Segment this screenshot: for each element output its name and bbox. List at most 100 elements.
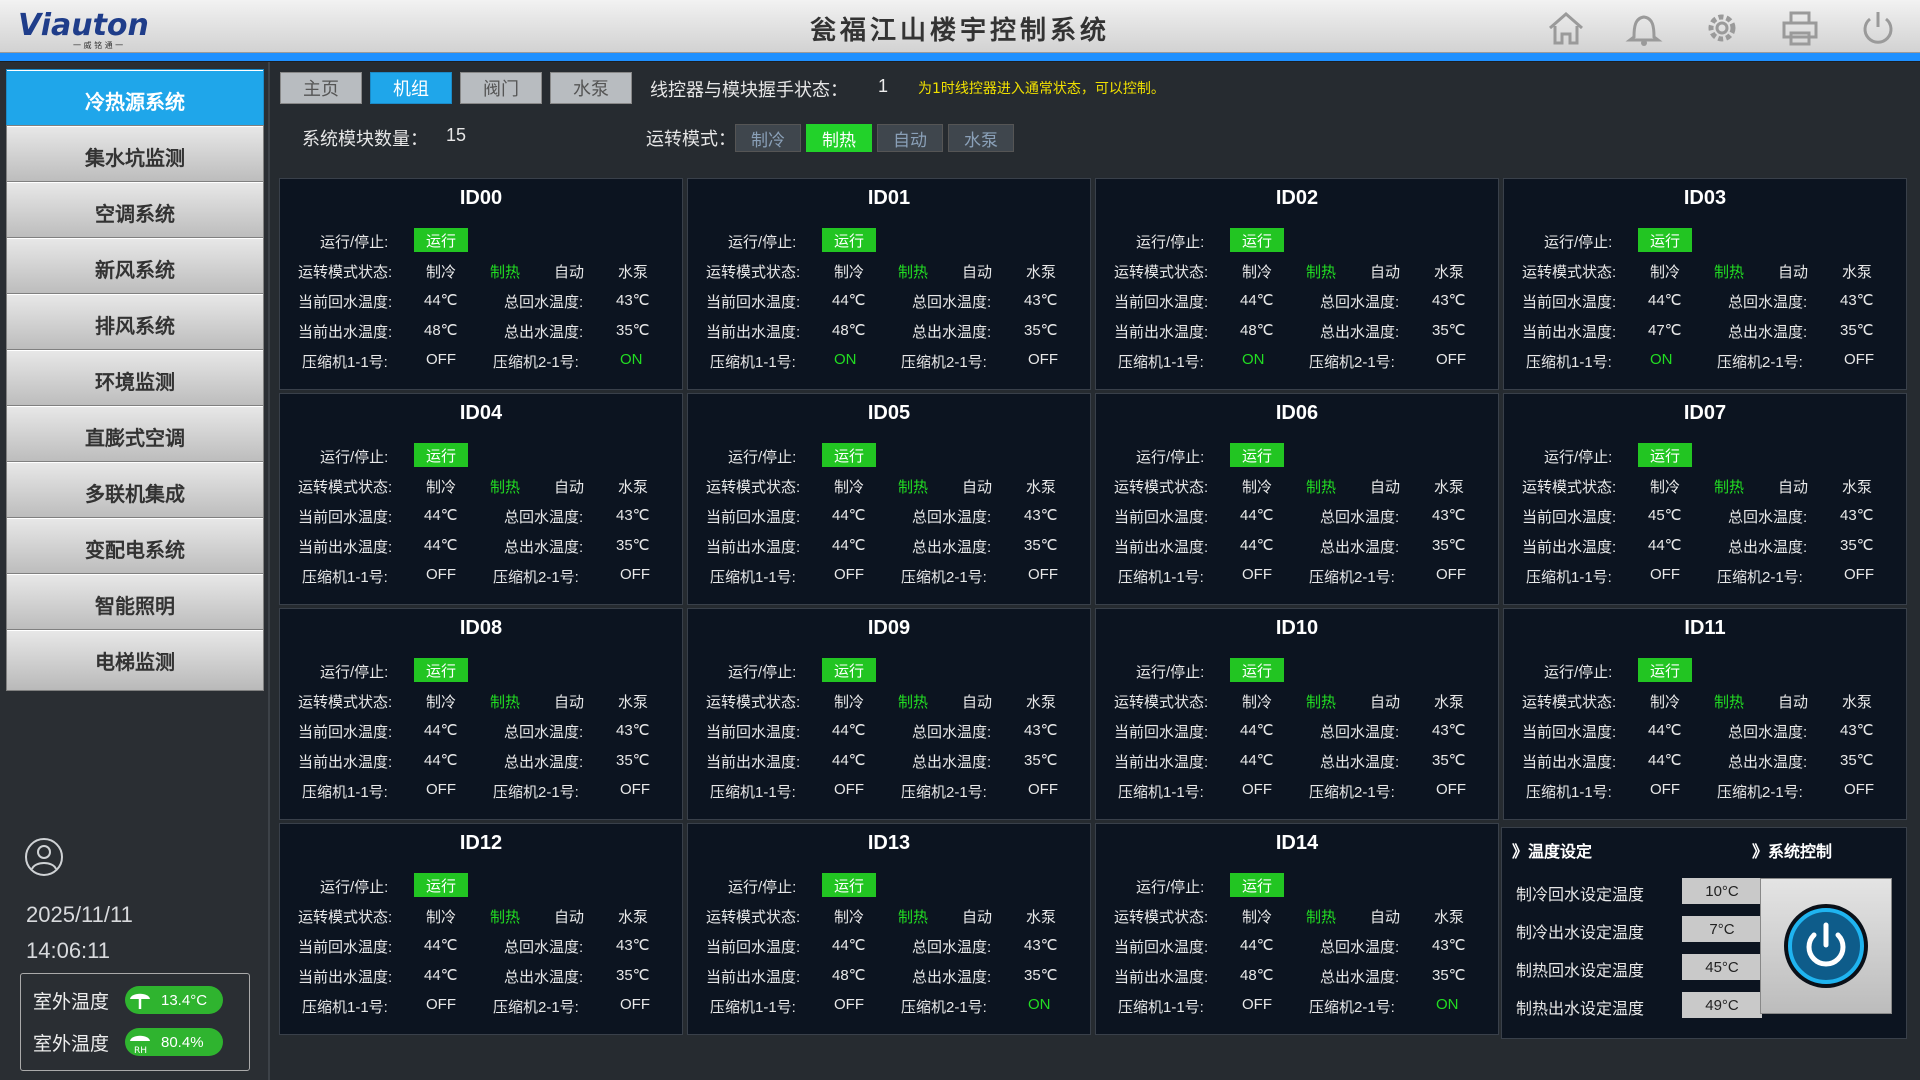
mode-pump: 水泵 (1842, 479, 1873, 496)
mode-cool: 制冷 (1242, 909, 1273, 926)
sidebar-item-sump-monitor[interactable]: 集水坑监测 (6, 125, 264, 187)
run-status-badge[interactable]: 运行 (1230, 873, 1284, 897)
run-stop-label: 运行/停止: (320, 664, 389, 681)
total-return-temp-label: 总回水温度: (1320, 509, 1400, 526)
run-status-badge[interactable]: 运行 (822, 873, 876, 897)
unit-card: ID14 运行/停止: 运行 运转模式状态: 制冷 制热 自动 水泵 当前回水温… (1095, 823, 1499, 1035)
return-temp-value: 44℃ (1240, 507, 1274, 524)
mode-cool-button[interactable]: 制冷 (735, 124, 801, 152)
module-count-value: 15 (446, 125, 467, 145)
unit-card: ID12 运行/停止: 运行 运转模式状态: 制冷 制热 自动 水泵 当前回水温… (279, 823, 683, 1035)
compressor2-status: OFF (1436, 781, 1466, 798)
user-icon[interactable] (24, 837, 64, 877)
run-status-badge[interactable]: 运行 (414, 228, 468, 252)
unit-id: ID09 (867, 617, 911, 639)
compressor1-label: 压缩机1-1号: (302, 569, 388, 586)
total-return-temp-value: 43℃ (1840, 507, 1874, 524)
supply-temp-label: 当前出水温度: (298, 969, 393, 986)
unit-id: ID10 (1275, 617, 1319, 639)
compressor2-label: 压缩机2-1号: (493, 354, 579, 371)
unit-card: ID05 运行/停止: 运行 运转模式状态: 制冷 制热 自动 水泵 当前回水温… (687, 393, 1091, 605)
heat-supply-setpoint-input[interactable]: 49°C (1682, 992, 1762, 1018)
unit-id: ID06 (1275, 402, 1319, 424)
run-status-badge[interactable]: 运行 (822, 228, 876, 252)
compressor1-status: ON (1650, 351, 1673, 368)
supply-temp-label: 当前出水温度: (298, 324, 393, 341)
unit-id: ID14 (1275, 832, 1319, 854)
run-status-badge[interactable]: 运行 (822, 658, 876, 682)
home-icon[interactable] (1544, 8, 1588, 48)
compressor1-status: OFF (426, 351, 456, 368)
unit-card: ID08 运行/停止: 运行 运转模式状态: 制冷 制热 自动 水泵 当前回水温… (279, 608, 683, 820)
run-stop-label: 运行/停止: (728, 664, 797, 681)
total-return-temp-label: 总回水温度: (504, 939, 584, 956)
supply-temp-label: 当前出水温度: (1114, 324, 1209, 341)
total-supply-temp-label: 总出水温度: (504, 754, 584, 771)
supply-temp-value: 44℃ (1240, 537, 1274, 554)
sidebar-item-cold-heat-source[interactable]: 冷热源系统 (6, 69, 264, 131)
mode-auto: 自动 (554, 264, 585, 281)
mode-heat: 制热 (1714, 264, 1745, 281)
total-return-temp-value: 43℃ (616, 292, 650, 309)
printer-icon[interactable] (1778, 8, 1822, 48)
total-return-temp-value: 43℃ (1840, 722, 1874, 739)
sidebar-item-lighting[interactable]: 智能照明 (6, 573, 264, 635)
mode-heat-button[interactable]: 制热 (806, 124, 872, 152)
compressor2-label: 压缩机2-1号: (901, 354, 987, 371)
cool-return-setpoint-input[interactable]: 10°C (1682, 878, 1762, 904)
mode-heat: 制热 (898, 479, 929, 496)
supply-temp-value: 44℃ (424, 967, 458, 984)
mode-state-label: 运转模式状态: (298, 264, 393, 281)
run-status-badge[interactable]: 运行 (1230, 228, 1284, 252)
mode-heat: 制热 (1714, 694, 1745, 711)
run-stop-label: 运行/停止: (1136, 879, 1205, 896)
tab-home[interactable]: 主页 (280, 72, 362, 104)
mode-state-label: 运转模式状态: (706, 909, 801, 926)
compressor2-status: OFF (620, 996, 650, 1013)
return-temp-label: 当前回水温度: (298, 294, 393, 311)
compressor2-status: OFF (620, 781, 650, 798)
run-status-badge[interactable]: 运行 (1638, 443, 1692, 467)
heat-return-setpoint-input[interactable]: 45°C (1682, 954, 1762, 980)
return-temp-label: 当前回水温度: (1522, 294, 1617, 311)
sidebar-item-vrf[interactable]: 多联机集成 (6, 461, 264, 523)
supply-temp-value: 48℃ (832, 322, 866, 339)
mode-auto: 自动 (554, 479, 585, 496)
total-supply-temp-value: 35℃ (616, 752, 650, 769)
total-supply-temp-label: 总出水温度: (1320, 754, 1400, 771)
mode-auto-button[interactable]: 自动 (877, 124, 943, 152)
mode-heat: 制热 (1306, 264, 1337, 281)
mode-pump: 水泵 (1026, 264, 1057, 281)
run-status-badge[interactable]: 运行 (1638, 228, 1692, 252)
tab-units[interactable]: 机组 (370, 72, 452, 104)
gear-icon[interactable] (1700, 8, 1744, 48)
run-status-badge[interactable]: 运行 (414, 443, 468, 467)
run-status-badge[interactable]: 运行 (414, 873, 468, 897)
power-icon[interactable] (1856, 8, 1900, 48)
mode-pump: 水泵 (618, 909, 649, 926)
run-status-badge[interactable]: 运行 (1230, 443, 1284, 467)
tab-valves[interactable]: 阀门 (460, 72, 542, 104)
sidebar-item-elevator[interactable]: 电梯监测 (6, 629, 264, 691)
run-status-badge[interactable]: 运行 (1638, 658, 1692, 682)
bell-icon[interactable] (1622, 8, 1666, 48)
total-return-temp-value: 43℃ (616, 937, 650, 954)
compressor1-status: ON (1242, 351, 1265, 368)
system-power-button[interactable] (1760, 878, 1892, 1014)
sidebar-item-dx-ac[interactable]: 直膨式空调 (6, 405, 264, 467)
mode-pump-button[interactable]: 水泵 (948, 124, 1014, 152)
sidebar-item-power-distribution[interactable]: 变配电系统 (6, 517, 264, 579)
run-status-badge[interactable]: 运行 (822, 443, 876, 467)
run-status-badge[interactable]: 运行 (1230, 658, 1284, 682)
tab-pumps[interactable]: 水泵 (550, 72, 632, 104)
sidebar-item-environment[interactable]: 环境监测 (6, 349, 264, 411)
sidebar-item-ac-system[interactable]: 空调系统 (6, 181, 264, 243)
mode-pump: 水泵 (1842, 694, 1873, 711)
run-status-badge[interactable]: 运行 (414, 658, 468, 682)
sidebar-item-fresh-air[interactable]: 新风系统 (6, 237, 264, 299)
cool-supply-setpoint-input[interactable]: 7°C (1682, 916, 1762, 942)
total-return-temp-value: 43℃ (1024, 722, 1058, 739)
sidebar-item-exhaust[interactable]: 排风系统 (6, 293, 264, 355)
compressor1-status: OFF (1242, 781, 1272, 798)
mode-pump: 水泵 (1434, 264, 1465, 281)
